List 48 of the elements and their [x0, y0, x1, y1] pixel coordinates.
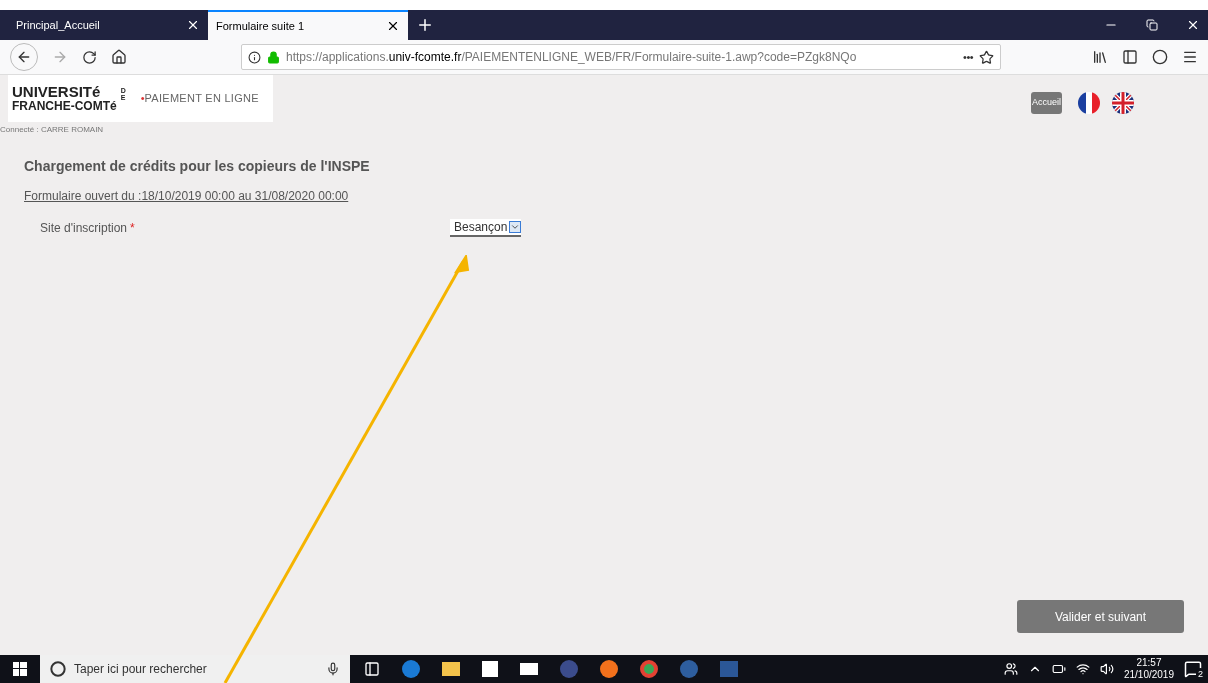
french-flag-icon[interactable]	[1078, 92, 1100, 114]
menu-icon[interactable]	[1182, 49, 1198, 65]
required-mark: *	[130, 220, 135, 237]
home-button[interactable]: Accueil	[1031, 92, 1062, 114]
cortana-icon[interactable]	[50, 661, 66, 677]
battery-icon[interactable]	[1051, 662, 1066, 676]
taskbar-search-field[interactable]: Taper ici pour rechercher	[40, 655, 350, 683]
people-icon[interactable]	[1003, 662, 1018, 676]
close-icon[interactable]	[386, 19, 400, 33]
wifi-icon[interactable]	[1075, 662, 1090, 676]
field-label: Site d'inscription	[40, 220, 127, 237]
form-period: Formulaire ouvert du :18/10/2019 00:00 au 31/08/2020 00:00	[24, 188, 350, 205]
bullet-mark: •	[140, 91, 145, 107]
sidebar-icon[interactable]	[1122, 49, 1138, 65]
windows-icon[interactable]	[13, 662, 27, 676]
chrome-icon[interactable]	[640, 660, 658, 678]
site-select[interactable]: Besançon	[450, 219, 522, 237]
new-tab-icon[interactable]	[416, 16, 434, 34]
close-icon[interactable]	[186, 18, 200, 32]
microphone-icon[interactable]	[326, 662, 340, 676]
browser-tab[interactable]: Principal_Accueil	[8, 10, 208, 40]
reload-icon[interactable]	[82, 49, 97, 65]
notification-icon[interactable]	[1184, 660, 1202, 678]
clock-time[interactable]: 21:57	[1136, 657, 1162, 669]
service-name: PAIEMENT EN LIGNE	[144, 91, 259, 107]
url-text: https://applications.univ-fcomte.fr/PAIEMENTENLIGNE_WEB/FR/Formulaire-suite-1.awp?code=PZgk8NQo	[286, 49, 857, 66]
app-icon[interactable]	[680, 660, 698, 678]
restore-icon[interactable]	[1146, 19, 1158, 31]
form-title: Chargement de crédits pour les copieurs de l'INSPE	[24, 157, 371, 176]
browser-tab[interactable]: Formulaire suite 1	[208, 10, 408, 40]
close-icon[interactable]	[1186, 18, 1200, 32]
british-flag-icon[interactable]	[1112, 92, 1134, 114]
clock-date[interactable]: 21/10/2019	[1123, 669, 1174, 681]
submit-button[interactable]: Valider et suivant	[1017, 600, 1184, 633]
library-icon[interactable]	[1092, 49, 1108, 65]
address-bar[interactable]: https://applications.univ-fcomte.fr/PAIEMENTENLIGNE_WEB/FR/Formulaire-suite-1.awp?code=PZgk8NQo •••	[241, 44, 1001, 70]
home-icon[interactable]	[111, 49, 127, 65]
logo-text: UNIVERSITé	[12, 84, 102, 99]
lock-icon	[267, 50, 280, 64]
account-icon[interactable]	[1152, 49, 1168, 65]
volume-icon[interactable]	[1099, 662, 1114, 676]
task-view-icon[interactable]	[364, 661, 380, 677]
bookmark-icon[interactable]	[979, 49, 994, 65]
info-icon[interactable]	[248, 50, 261, 64]
connected-user: Connecté : CARRE ROMAIN	[0, 124, 105, 136]
caret-icon[interactable]	[509, 221, 522, 233]
logo-text: FRANCHE-COMTé	[12, 98, 117, 113]
more-icon[interactable]: •••	[963, 48, 973, 66]
